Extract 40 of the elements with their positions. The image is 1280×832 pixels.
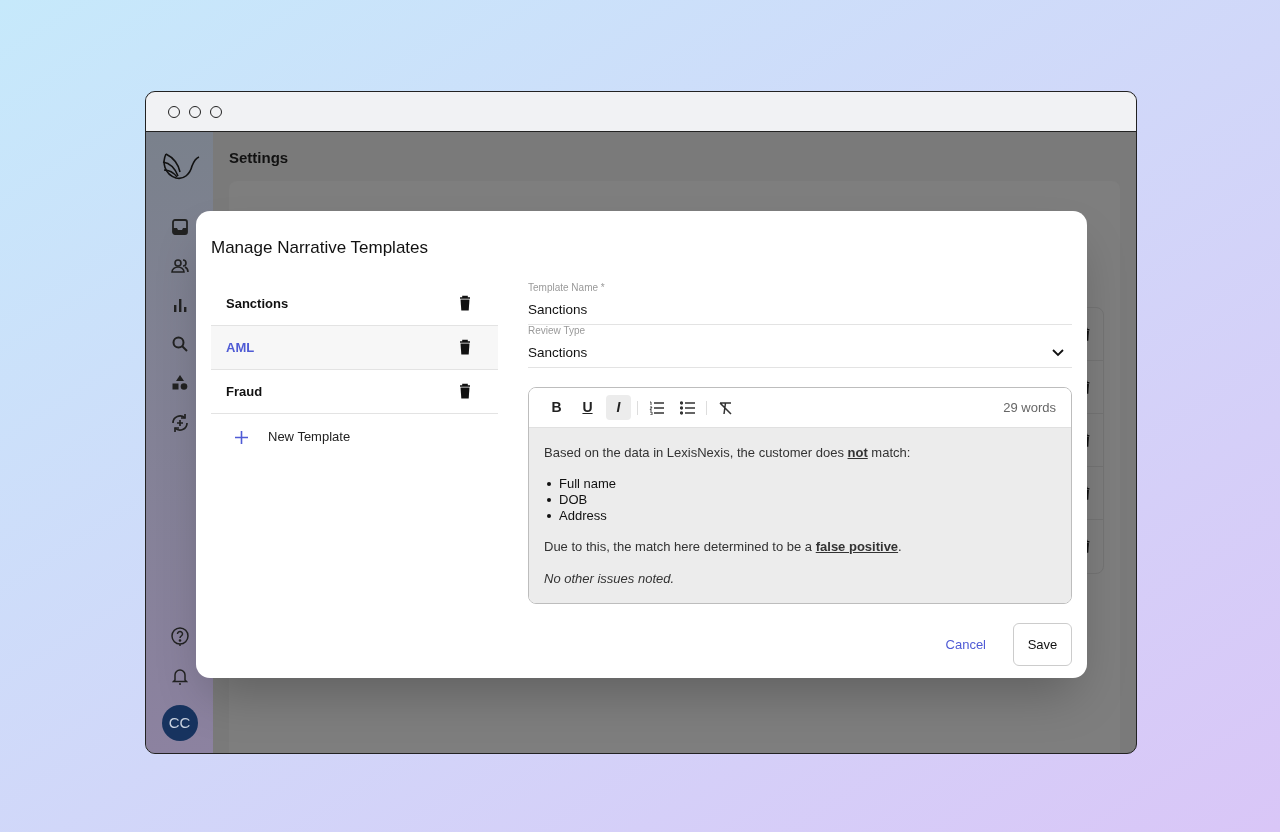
trash-icon[interactable] (457, 383, 473, 400)
cancel-button[interactable]: Cancel (945, 634, 986, 655)
plus-icon (235, 430, 248, 444)
inbox-icon[interactable] (170, 218, 189, 236)
word-count: 29 words (1003, 398, 1056, 417)
chevron-down-icon (1052, 349, 1064, 357)
paragraph: No other issues noted. (544, 570, 676, 588)
ordered-list-glyph-icon (648, 400, 665, 415)
shapes-icon[interactable] (170, 374, 189, 392)
save-button[interactable]: Save (1013, 623, 1072, 666)
field-label: Review Type (528, 325, 587, 338)
help-icon[interactable] (170, 627, 189, 647)
template-item[interactable]: AML (211, 326, 498, 370)
clear-format-glyph-icon (717, 400, 734, 415)
bullet-icon (547, 514, 551, 518)
input-field[interactable]: Sanctions (528, 296, 1072, 325)
dialog-title: Manage Narrative Templates (211, 237, 429, 259)
list-item: Address (559, 508, 607, 524)
bullet-icon (547, 498, 551, 502)
sync-plus-icon[interactable] (169, 413, 190, 433)
search-icon[interactable] (170, 335, 189, 353)
trash-icon[interactable] (457, 339, 473, 356)
field-label: Template Name * (528, 282, 606, 295)
italic-button[interactable]: I (606, 395, 631, 420)
users-icon[interactable] (170, 257, 189, 275)
list-item: Full name (559, 476, 617, 492)
bold-button[interactable]: B (544, 395, 569, 420)
bell-icon[interactable] (171, 667, 188, 685)
user-avatar[interactable]: CC (161, 705, 198, 741)
editor-content[interactable]: Based on the data in LexisNexis, the customer does not match: Full name DOB Address Due to this, the match here determined to be a false positive. No other issues noted. (529, 428, 1071, 603)
new-template-button[interactable]: New Template (211, 414, 498, 460)
list-item: DOB (559, 492, 588, 508)
paragraph: Due to this, the match here determined to be a false positive. (544, 538, 903, 556)
paragraph: Based on the data in LexisNexis, the customer does not match: (544, 444, 912, 462)
trash-icon[interactable] (457, 295, 473, 312)
page-title: Settings (229, 148, 290, 167)
bullet-list-glyph-icon (679, 400, 696, 415)
bullet-icon (547, 482, 551, 486)
underline-button[interactable]: U (575, 395, 600, 420)
select-field[interactable]: Sanctions (528, 339, 1072, 368)
